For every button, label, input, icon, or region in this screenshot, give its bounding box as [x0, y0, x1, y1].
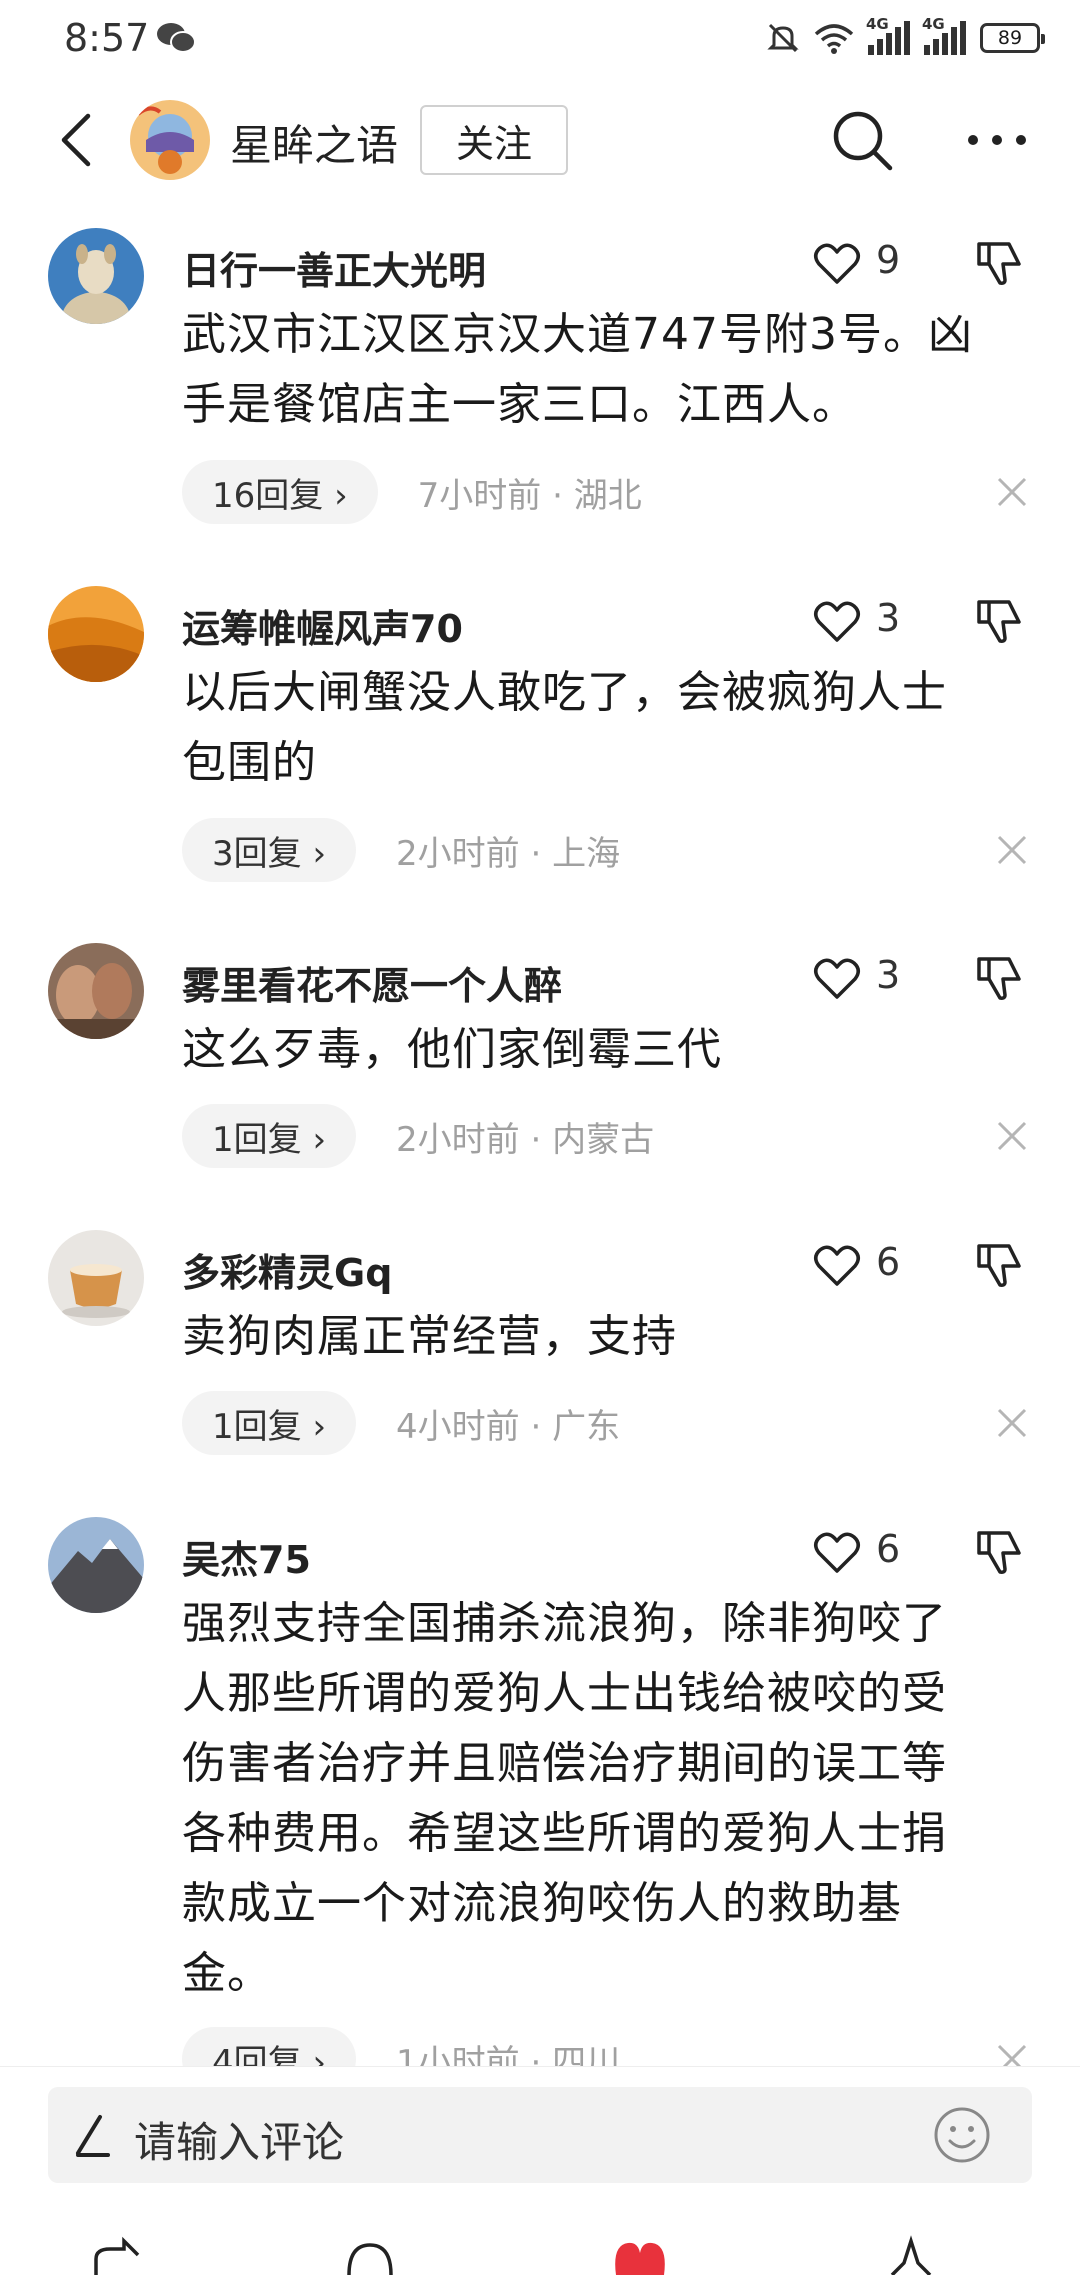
emoji-icon[interactable]: [932, 2105, 992, 2165]
commenter-name[interactable]: 多彩精灵Gq: [182, 1242, 392, 1297]
commenter-name[interactable]: 吴杰75: [182, 1529, 311, 1584]
comment-item: 日行一善正大光明 9 武汉市江汉区京汉大道747号附3号。凶 手是餐馆店主一家三…: [0, 228, 1080, 528]
battery-level: 89: [997, 27, 1023, 49]
follow-button[interactable]: 关注: [420, 105, 568, 175]
replies-button[interactable]: 1回复 ›: [182, 1391, 357, 1455]
comment-item: 雾里看花不愿一个人醉 3 这么歹毒，他们家倒霉三代 1回复 › 2小时前 · 内…: [0, 943, 1080, 1173]
status-time: 8:57: [64, 16, 150, 60]
comment-text: 以后大闸蟹没人敢吃了，会被疯狗人士 包围的: [182, 658, 1022, 798]
dislike-icon[interactable]: [975, 1527, 1025, 1577]
comment-time-location: 7小时前 · 湖北: [417, 475, 642, 516]
signal-icon: 4G: [922, 15, 966, 55]
commenter-avatar[interactable]: [48, 586, 144, 682]
dislike-icon[interactable]: [975, 238, 1025, 288]
comment-line: 金。: [182, 1948, 272, 1999]
comment-meta: 1回复 › 2小时前 · 内蒙古: [182, 1104, 654, 1168]
close-icon[interactable]: [995, 475, 1029, 509]
wifi-icon: [814, 24, 854, 54]
comment-item: 多彩精灵Gq 6 卖狗肉属正常经营，支持 1回复 › 4小时前 · 广东: [0, 1230, 1080, 1460]
comment-text: 这么歹毒，他们家倒霉三代: [182, 1015, 1022, 1085]
commenter-avatar[interactable]: [48, 943, 144, 1039]
commenter-avatar[interactable]: [48, 1517, 144, 1613]
dislike-icon[interactable]: [975, 1240, 1025, 1290]
comment-line: 武汉市江汉区京汉大道747号附3号。凶: [182, 309, 973, 360]
like-icon[interactable]: [812, 1240, 862, 1290]
commenter-name[interactable]: 日行一善正大光明: [182, 240, 486, 295]
star-icon[interactable]: [888, 2235, 934, 2275]
commenter-name[interactable]: 运筹帷幄风声70: [182, 598, 463, 653]
comment-line: 卖狗肉属正常经营，支持: [182, 1311, 677, 1362]
author-avatar[interactable]: [130, 100, 210, 180]
like-count: 9: [876, 238, 901, 282]
comment-meta: 16回复 › 7小时前 · 湖北: [182, 460, 642, 524]
comment-line: 各种费用。希望这些所谓的爱狗人士捐: [182, 1808, 947, 1859]
comment-meta: 1回复 › 4小时前 · 广东: [182, 1391, 620, 1455]
dislike-icon[interactable]: [975, 596, 1025, 646]
status-bar: 8:57 4G 4G 89: [0, 0, 1080, 80]
comment-meta: 3回复 › 2小时前 · 上海: [182, 818, 620, 882]
comment-line: 以后大闸蟹没人敢吃了，会被疯狗人士: [182, 667, 947, 718]
replies-button[interactable]: 16回复 ›: [182, 460, 378, 524]
comment-text: 强烈支持全国捕杀流浪狗，除非狗咬了 人那些所谓的爱狗人士出钱给被咬的受 伤害者治…: [182, 1589, 1022, 2009]
wechat-icon: [157, 23, 196, 53]
more-icon[interactable]: [965, 120, 1029, 160]
comment-line: 手是餐馆店主一家三口。江西人。: [182, 379, 857, 430]
comment-line: 款成立一个对流浪狗咬伤人的救助基: [182, 1878, 902, 1929]
like-icon[interactable]: [812, 596, 862, 646]
replies-button[interactable]: 3回复 ›: [182, 818, 357, 882]
pen-icon: [76, 2115, 110, 2157]
comment-item: 运筹帷幄风声70 3 以后大闸蟹没人敢吃了，会被疯狗人士 包围的 3回复 › 2…: [0, 586, 1080, 886]
comment-line: 伤害者治疗并且赔偿治疗期间的误工等: [182, 1738, 947, 1789]
comment-text: 卖狗肉属正常经营，支持: [182, 1302, 1022, 1372]
comment-input-placeholder: 请输入评论: [134, 2118, 345, 2167]
comment-item: 吴杰75 6 强烈支持全国捕杀流浪狗，除非狗咬了 人那些所谓的爱狗人士出钱给被咬…: [0, 1517, 1080, 2091]
author-name[interactable]: 星眸之语: [230, 112, 398, 173]
close-icon[interactable]: [995, 1406, 1029, 1440]
network-label: 4G: [866, 15, 889, 33]
comment-line: 人那些所谓的爱狗人士出钱给被咬的受: [182, 1668, 947, 1719]
comment-time-location: 2小时前 · 上海: [396, 833, 621, 874]
like-icon[interactable]: [812, 238, 862, 288]
comment-time-location: 2小时前 · 内蒙古: [396, 1119, 655, 1160]
back-arrow-icon[interactable]: [50, 110, 110, 170]
comment-line: 强烈支持全国捕杀流浪狗，除非狗咬了: [182, 1598, 947, 1649]
battery-indicator: 89: [980, 23, 1045, 53]
network-label: 4G: [922, 15, 945, 33]
commenter-avatar[interactable]: [48, 1230, 144, 1326]
commenter-name[interactable]: 雾里看花不愿一个人醉: [182, 955, 562, 1010]
close-icon[interactable]: [995, 833, 1029, 867]
top-nav-bar: 星眸之语 关注: [0, 90, 1080, 190]
heart-filled-icon[interactable]: [612, 2235, 668, 2275]
replies-button[interactable]: 1回复 ›: [182, 1104, 357, 1168]
like-icon[interactable]: [812, 953, 862, 1003]
share-icon[interactable]: [90, 2235, 140, 2275]
comment-line: 包围的: [182, 737, 317, 788]
search-icon[interactable]: [830, 108, 896, 174]
commenter-avatar[interactable]: [48, 228, 144, 324]
close-icon[interactable]: [995, 1119, 1029, 1153]
mute-bell-icon: [767, 23, 799, 53]
like-count: 6: [876, 1527, 901, 1571]
comment-input-sheet: 请输入评论: [0, 2066, 1080, 2275]
signal-icon: 4G: [866, 15, 910, 55]
comment-input[interactable]: 请输入评论: [48, 2087, 1032, 2183]
like-icon[interactable]: [812, 1527, 862, 1577]
like-count: 6: [876, 1240, 901, 1284]
comment-text: 武汉市江汉区京汉大道747号附3号。凶 手是餐馆店主一家三口。江西人。: [182, 300, 1022, 440]
comment-icon[interactable]: [345, 2235, 395, 2275]
comment-time-location: 4小时前 · 广东: [396, 1406, 621, 1447]
comment-line: 这么歹毒，他们家倒霉三代: [182, 1024, 722, 1075]
like-count: 3: [876, 953, 901, 997]
dislike-icon[interactable]: [975, 953, 1025, 1003]
like-count: 3: [876, 596, 901, 640]
